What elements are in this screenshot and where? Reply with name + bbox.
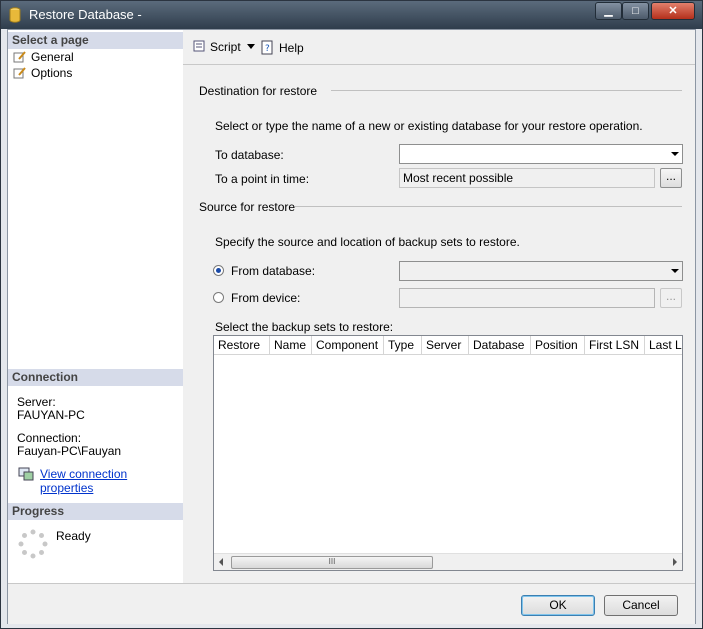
column-header-restore[interactable]: Restore xyxy=(214,336,270,355)
close-button[interactable]: ✕ xyxy=(651,2,695,20)
destination-divider xyxy=(331,90,682,91)
connection-properties-icon xyxy=(18,467,34,481)
page-options-label: Options xyxy=(31,66,73,80)
column-header-first-lsn[interactable]: First LSN xyxy=(585,336,645,355)
progress-spinner-icon xyxy=(18,529,48,559)
backup-sets-grid[interactable]: Restore Name Component Type Server Datab… xyxy=(213,335,683,571)
from-database-label[interactable]: From database: xyxy=(231,264,315,278)
scroll-thumb[interactable]: III xyxy=(231,556,433,569)
svg-text:?: ? xyxy=(265,44,270,54)
connection-label: Connection: xyxy=(17,431,82,445)
column-header-type[interactable]: Type xyxy=(384,336,422,355)
column-header-database[interactable]: Database xyxy=(469,336,531,355)
window-title: Restore Database - xyxy=(29,7,142,22)
page-general[interactable]: General xyxy=(13,49,74,65)
help-label: Help xyxy=(279,41,304,55)
chevron-down-icon xyxy=(671,152,679,156)
source-instruction: Specify the source and location of backu… xyxy=(215,235,520,249)
maximize-button[interactable]: □ xyxy=(622,2,649,20)
source-divider xyxy=(295,206,682,207)
restore-database-window: Restore Database - ▁ □ ✕ Select a page G… xyxy=(0,0,703,629)
progress-header: Progress xyxy=(8,503,183,520)
horizontal-scrollbar[interactable]: III xyxy=(214,553,682,570)
script-dropdown-arrow-icon[interactable] xyxy=(247,44,255,49)
server-value: FAUYAN-PC xyxy=(17,408,85,422)
column-header-server[interactable]: Server xyxy=(422,336,469,355)
script-label: Script xyxy=(210,40,241,54)
page-options[interactable]: Options xyxy=(13,65,72,81)
from-database-radio[interactable] xyxy=(213,265,224,276)
source-group-label: Source for restore xyxy=(199,200,296,214)
server-label: Server: xyxy=(17,395,56,409)
dialog-footer: OK Cancel xyxy=(8,583,695,624)
ok-button[interactable]: OK xyxy=(521,595,595,616)
column-header-position[interactable]: Position xyxy=(531,336,585,355)
page-wrench-icon xyxy=(13,51,26,63)
view-connection-properties-link[interactable]: View connection properties xyxy=(40,467,183,495)
column-header-name[interactable]: Name xyxy=(270,336,312,355)
column-header-component[interactable]: Component xyxy=(312,336,384,355)
page-general-label: General xyxy=(31,50,74,64)
backup-sets-label: Select the backup sets to restore: xyxy=(215,320,394,334)
toolbar: Script ? Help xyxy=(183,30,695,65)
point-in-time-browse-button[interactable]: ... xyxy=(660,168,682,188)
destination-group-label: Destination for restore xyxy=(199,84,318,98)
cancel-button[interactable]: Cancel xyxy=(604,595,678,616)
page-wrench-icon xyxy=(13,67,26,79)
column-header-last-lsn[interactable]: Last LSN xyxy=(645,336,682,355)
left-pane: Select a page General Options Connection… xyxy=(8,30,184,583)
script-icon xyxy=(193,40,205,52)
from-device-label[interactable]: From device: xyxy=(231,291,300,305)
from-device-radio[interactable] xyxy=(213,292,224,303)
database-icon xyxy=(9,7,21,23)
scroll-left-icon[interactable] xyxy=(219,558,223,566)
from-device-browse-button[interactable]: ... xyxy=(660,288,682,308)
right-pane: Script ? Help Destination for restore Sel… xyxy=(183,30,695,583)
help-icon: ? xyxy=(261,40,273,55)
progress-status: Ready xyxy=(56,529,91,543)
from-device-field xyxy=(399,288,655,308)
to-database-combo[interactable] xyxy=(399,144,683,164)
point-in-time-label: To a point in time: xyxy=(215,172,310,186)
help-button[interactable]: ? Help xyxy=(260,40,304,56)
connection-header: Connection xyxy=(8,369,183,386)
chevron-down-icon xyxy=(671,269,679,273)
dialog-client-area: Select a page General Options Connection… xyxy=(7,29,696,624)
connection-value: Fauyan-PC\Fauyan xyxy=(17,444,122,458)
scroll-right-icon[interactable] xyxy=(673,558,677,566)
point-in-time-field: Most recent possible xyxy=(399,168,655,188)
to-database-label: To database: xyxy=(215,148,284,162)
select-page-header: Select a page xyxy=(8,32,183,49)
minimize-button[interactable]: ▁ xyxy=(595,2,622,20)
title-bar[interactable]: Restore Database - ▁ □ ✕ xyxy=(1,1,702,29)
script-button[interactable]: Script xyxy=(191,40,241,54)
from-database-combo[interactable] xyxy=(399,261,683,281)
destination-instruction: Select or type the name of a new or exis… xyxy=(215,119,643,133)
